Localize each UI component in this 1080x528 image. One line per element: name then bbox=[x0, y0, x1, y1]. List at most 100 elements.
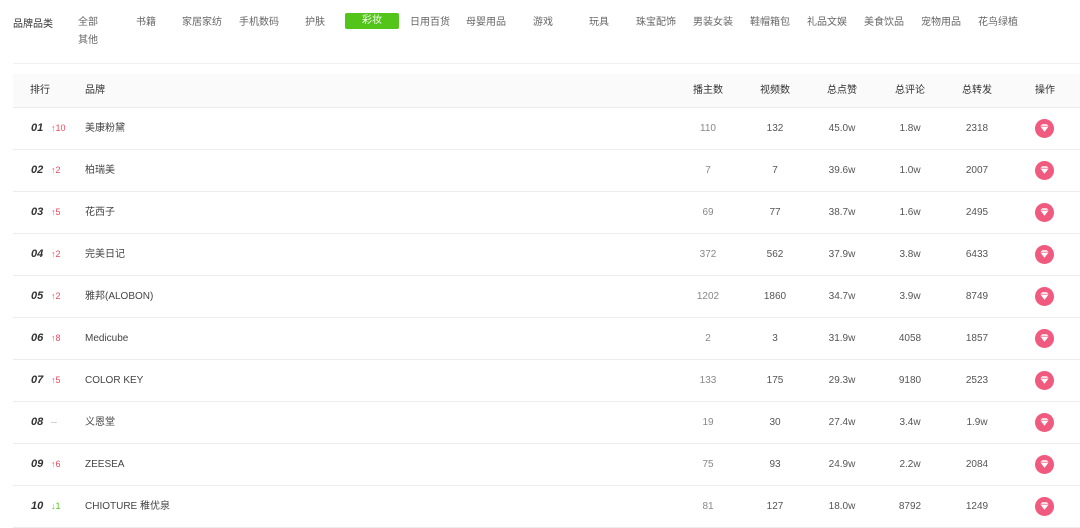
table-row: 09 ↑6 ZEESEA 75 93 24.9w 2.2w 2084 bbox=[13, 444, 1080, 486]
table-row: 08 -- 义恩堂 19 30 27.4w 3.4w 1.9w bbox=[13, 402, 1080, 444]
video-count: 132 bbox=[766, 123, 784, 134]
header-brand: 品牌 bbox=[85, 85, 105, 96]
heart-diamond-icon[interactable] bbox=[1035, 413, 1054, 432]
category-digital[interactable]: 手机数码 bbox=[239, 15, 279, 31]
rank-number: 08 bbox=[31, 416, 44, 428]
total-comments: 9180 bbox=[898, 375, 922, 386]
category-clothing[interactable]: 男装女装 bbox=[693, 15, 733, 31]
category-other[interactable]: 其他 bbox=[78, 33, 98, 49]
rank-change: -- bbox=[51, 417, 57, 427]
header-action: 操作 bbox=[1035, 85, 1055, 96]
rank-change: ↑5 bbox=[51, 375, 61, 385]
brand-name[interactable]: 柏瑞美 bbox=[85, 150, 115, 191]
total-comments: 3.4w bbox=[899, 417, 921, 428]
brand-name[interactable]: 雅邦(ALOBON) bbox=[85, 276, 153, 317]
heart-diamond-icon[interactable] bbox=[1035, 497, 1054, 516]
total-likes: 34.7w bbox=[828, 291, 856, 302]
header-videos: 视频数 bbox=[760, 85, 790, 96]
table-body: 01 ↑10 美康粉黛 110 132 45.0w 1.8w 2318 02 ↑2 柏瑞美 7 7 39.… bbox=[13, 108, 1080, 528]
video-count: 127 bbox=[766, 501, 784, 512]
rank-change: ↑6 bbox=[51, 459, 61, 469]
brand-ranking-table: 排行 品牌 播主数 视频数 总点赞 总评论 总转发 操作 01 ↑10 美康粉黛 11… bbox=[13, 74, 1080, 528]
category-pets[interactable]: 宠物用品 bbox=[921, 15, 961, 31]
rank-number: 07 bbox=[31, 374, 44, 386]
total-likes: 18.0w bbox=[828, 501, 856, 512]
rank-change: ↑2 bbox=[51, 291, 61, 301]
category-baby[interactable]: 母婴用品 bbox=[466, 15, 506, 31]
heart-diamond-icon[interactable] bbox=[1035, 371, 1054, 390]
category-games[interactable]: 游戏 bbox=[533, 15, 553, 31]
anchor-count: 75 bbox=[702, 459, 714, 470]
category-bags[interactable]: 鞋帽箱包 bbox=[750, 15, 790, 31]
brand-name[interactable]: ZEESEA bbox=[85, 444, 124, 485]
total-comments: 1.0w bbox=[899, 165, 921, 176]
total-shares: 2084 bbox=[965, 459, 989, 470]
total-shares: 2318 bbox=[965, 123, 989, 134]
rank-number: 01 bbox=[31, 122, 44, 134]
category-books[interactable]: 书籍 bbox=[136, 15, 156, 31]
category-skincare[interactable]: 护肤 bbox=[305, 15, 325, 31]
brand-name[interactable]: COLOR KEY bbox=[85, 360, 143, 401]
category-home[interactable]: 家居家纺 bbox=[182, 15, 222, 31]
total-comments: 8792 bbox=[898, 501, 922, 512]
category-food[interactable]: 美食饮品 bbox=[864, 15, 904, 31]
total-comments: 2.2w bbox=[899, 459, 921, 470]
total-likes: 37.9w bbox=[828, 249, 856, 260]
filter-divider bbox=[13, 63, 1080, 64]
rank-number: 02 bbox=[31, 164, 44, 176]
category-gifts[interactable]: 礼品文娱 bbox=[807, 15, 847, 31]
table-row: 10 ↓1 CHIOTURE 稚优泉 81 127 18.0w 8792 1249 bbox=[13, 486, 1080, 528]
heart-diamond-icon[interactable] bbox=[1035, 119, 1054, 138]
video-count: 93 bbox=[769, 459, 781, 470]
anchor-count: 2 bbox=[705, 333, 711, 344]
table-row: 02 ↑2 柏瑞美 7 7 39.6w 1.0w 2007 bbox=[13, 150, 1080, 192]
video-count: 3 bbox=[772, 333, 778, 344]
brand-name[interactable]: 完美日记 bbox=[85, 234, 125, 275]
heart-diamond-icon[interactable] bbox=[1035, 329, 1054, 348]
rank-number: 10 bbox=[31, 500, 44, 512]
brand-name[interactable]: 义恩堂 bbox=[85, 402, 115, 443]
category-all[interactable]: 全部 bbox=[78, 15, 98, 31]
total-comments: 3.9w bbox=[899, 291, 921, 302]
header-rank: 排行 bbox=[30, 85, 50, 96]
category-toys[interactable]: 玩具 bbox=[589, 15, 609, 31]
header-anchors: 播主数 bbox=[693, 85, 723, 96]
rank-number: 04 bbox=[31, 248, 44, 260]
total-comments: 1.8w bbox=[899, 123, 921, 134]
heart-diamond-icon[interactable] bbox=[1035, 455, 1054, 474]
table-row: 07 ↑5 COLOR KEY 133 175 29.3w 9180 2523 bbox=[13, 360, 1080, 402]
category-makeup[interactable]: 彩妆 bbox=[345, 13, 399, 29]
header-likes: 总点赞 bbox=[827, 85, 857, 96]
total-shares: 1249 bbox=[965, 501, 989, 512]
anchor-count: 7 bbox=[705, 165, 711, 176]
video-count: 562 bbox=[766, 249, 784, 260]
anchor-count: 133 bbox=[699, 375, 717, 386]
table-header: 排行 品牌 播主数 视频数 总点赞 总评论 总转发 操作 bbox=[13, 74, 1080, 108]
rank-change: ↑8 bbox=[51, 333, 61, 343]
total-likes: 31.9w bbox=[828, 333, 856, 344]
total-likes: 39.6w bbox=[828, 165, 856, 176]
heart-diamond-icon[interactable] bbox=[1035, 203, 1054, 222]
table-row: 06 ↑8 Medicube 2 3 31.9w 4058 1857 bbox=[13, 318, 1080, 360]
total-likes: 24.9w bbox=[828, 459, 856, 470]
brand-name[interactable]: CHIOTURE 稚优泉 bbox=[85, 486, 170, 527]
brand-name[interactable]: 美康粉黛 bbox=[85, 108, 125, 149]
table-row: 04 ↑2 完美日记 372 562 37.9w 3.8w 6433 bbox=[13, 234, 1080, 276]
rank-number: 06 bbox=[31, 332, 44, 344]
total-shares: 2007 bbox=[965, 165, 989, 176]
brand-name[interactable]: Medicube bbox=[85, 318, 128, 359]
category-plants[interactable]: 花鸟绿植 bbox=[978, 15, 1018, 31]
total-comments: 3.8w bbox=[899, 249, 921, 260]
rank-number: 03 bbox=[31, 206, 44, 218]
category-daily[interactable]: 日用百货 bbox=[410, 15, 450, 31]
heart-diamond-icon[interactable] bbox=[1035, 245, 1054, 264]
heart-diamond-icon[interactable] bbox=[1035, 161, 1054, 180]
total-likes: 38.7w bbox=[828, 207, 856, 218]
heart-diamond-icon[interactable] bbox=[1035, 287, 1054, 306]
total-shares: 2495 bbox=[965, 207, 989, 218]
total-likes: 45.0w bbox=[828, 123, 856, 134]
category-jewelry[interactable]: 珠宝配饰 bbox=[636, 15, 676, 31]
filter-label: 品牌品类 bbox=[13, 19, 53, 30]
anchor-count: 19 bbox=[702, 417, 714, 428]
brand-name[interactable]: 花西子 bbox=[85, 192, 115, 233]
